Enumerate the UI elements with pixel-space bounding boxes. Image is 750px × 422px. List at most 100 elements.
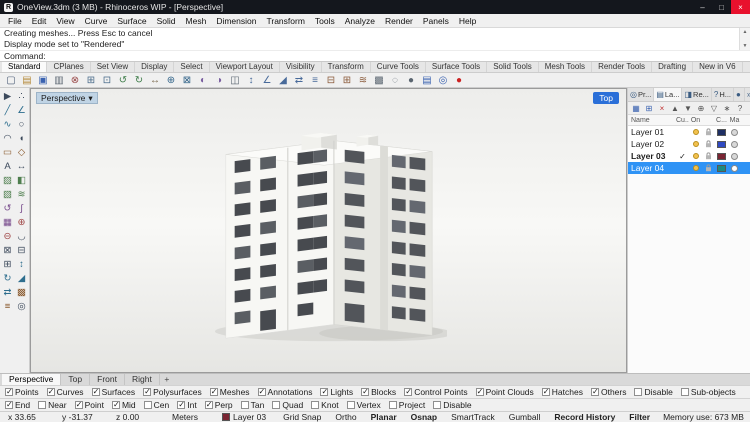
toolbar-tab[interactable]: Solid Tools: [487, 62, 539, 72]
offset-icon[interactable]: ≡: [307, 74, 323, 87]
viewport-tab[interactable]: Top: [61, 374, 91, 385]
layer-visibility-toggle[interactable]: [689, 165, 702, 171]
tab-layers[interactable]: ▤ La...: [654, 88, 683, 101]
filter-checkbox[interactable]: Lights: [320, 387, 353, 397]
offset-curve-icon[interactable]: ≡: [1, 299, 15, 313]
join-curve-icon[interactable]: ⊞: [1, 257, 15, 271]
filter-checkbox[interactable]: Others: [590, 387, 626, 397]
layers-icon[interactable]: ▤: [419, 74, 435, 87]
zoom-window-icon[interactable]: ⊠: [179, 74, 195, 87]
status-toggle[interactable]: Gumball: [502, 412, 548, 422]
expand-layers-icon[interactable]: ⊕: [695, 103, 707, 114]
layer-visibility-toggle[interactable]: [689, 129, 702, 135]
new-layer-icon[interactable]: ▦: [630, 103, 642, 114]
group-icon[interactable]: ▩: [371, 74, 387, 87]
mesh-icon[interactable]: ▦: [1, 215, 15, 229]
pan-view-icon[interactable]: ↔: [147, 74, 163, 87]
undo-icon[interactable]: ↺: [115, 74, 131, 87]
toolbar-tab[interactable]: New in V6: [693, 62, 743, 72]
toolbar-tab[interactable]: Display: [135, 62, 175, 72]
select-icon[interactable]: ▶: [1, 89, 15, 103]
command-input[interactable]: Command:: [0, 50, 750, 61]
layer-row[interactable]: Layer 02: [628, 138, 750, 150]
osnap-checkbox[interactable]: Cen: [143, 400, 169, 410]
filter-checkbox[interactable]: Hatches: [541, 387, 583, 397]
filter-layers-icon[interactable]: ▽: [708, 103, 720, 114]
record-history-icon[interactable]: ●: [451, 74, 467, 87]
layer-visibility-toggle[interactable]: [689, 153, 702, 159]
menu-item[interactable]: Analyze: [340, 16, 380, 26]
scroll-down-icon[interactable]: ▼: [740, 42, 750, 50]
toolbar-tab[interactable]: Viewport Layout: [210, 62, 280, 72]
layer-row[interactable]: Layer 04: [628, 162, 750, 174]
menu-item[interactable]: Help: [454, 16, 481, 26]
status-toggle[interactable]: Filter: [622, 412, 657, 422]
tab-more[interactable]: »: [745, 88, 750, 101]
array-icon[interactable]: ▩: [15, 285, 29, 299]
rotate-object-icon[interactable]: ↻: [1, 271, 15, 285]
viewport-tab[interactable]: Right: [125, 374, 160, 385]
viewport-title-menu[interactable]: Perspective ▾: [36, 92, 98, 104]
menu-item[interactable]: Curve: [80, 16, 113, 26]
copy-icon[interactable]: ⊞: [83, 74, 99, 87]
filter-checkbox[interactable]: Sub-objects: [680, 387, 736, 397]
new-file-icon[interactable]: ▢: [3, 74, 19, 87]
mirror-object-icon[interactable]: ⇄: [1, 285, 15, 299]
osnap-checkbox[interactable]: Project: [388, 400, 425, 410]
layer-color-cell[interactable]: [715, 164, 728, 172]
move-object-icon[interactable]: ↕: [15, 257, 29, 271]
status-toggle[interactable]: Record History: [547, 412, 622, 422]
tab-properties[interactable]: ◎ Pr...: [628, 88, 655, 101]
rectangle-icon[interactable]: ▭: [1, 145, 15, 159]
toolbar-tab[interactable]: Render Tools: [592, 62, 653, 72]
new-sublayer-icon[interactable]: ⊞: [643, 103, 655, 114]
command-scrollbar[interactable]: ▲ ▼: [739, 28, 750, 50]
filter-checkbox[interactable]: Disable: [634, 387, 673, 397]
layer-material-cell[interactable]: [728, 152, 741, 160]
gumball-icon[interactable]: ◎: [15, 299, 29, 313]
viewport-tab[interactable]: Front: [90, 374, 125, 385]
osnap-checkbox[interactable]: Knot: [311, 400, 339, 410]
status-toggle[interactable]: Grid Snap: [276, 412, 328, 422]
status-toggle[interactable]: Osnap: [404, 412, 444, 422]
maximize-button[interactable]: □: [712, 0, 731, 14]
hatch-icon[interactable]: ▨: [1, 173, 15, 187]
layer-visibility-toggle[interactable]: [689, 141, 702, 147]
filter-checkbox[interactable]: Curves: [46, 387, 84, 397]
toolbar-tab[interactable]: Standard: [2, 62, 48, 72]
split-curve-icon[interactable]: ⊟: [15, 243, 29, 257]
toolbar-tab[interactable]: Surface Tools: [426, 62, 488, 72]
status-toggle[interactable]: SmartTrack: [444, 412, 502, 422]
osnap-checkbox[interactable]: Tan: [240, 400, 264, 410]
tab-materials[interactable]: ●: [734, 88, 745, 101]
polygon-icon[interactable]: ◇: [15, 145, 29, 159]
surface-icon[interactable]: ◧: [15, 173, 29, 187]
layer-color-cell[interactable]: [715, 152, 728, 160]
menu-item[interactable]: Mesh: [181, 16, 212, 26]
circle-icon[interactable]: ○: [15, 117, 29, 131]
osnap-checkbox[interactable]: Mid: [111, 400, 136, 410]
toolbar-tab[interactable]: Drafting: [652, 62, 694, 72]
rotate-view-icon[interactable]: ◐: [195, 74, 211, 87]
menu-item[interactable]: Solid: [152, 16, 181, 26]
current-layer-indicator[interactable]: Layer 03: [218, 412, 276, 422]
status-toggle[interactable]: Planar: [364, 412, 404, 422]
tab-help[interactable]: ? H...: [712, 88, 735, 101]
layer-material-cell[interactable]: [728, 128, 741, 136]
osnap-checkbox[interactable]: Near: [38, 400, 67, 410]
filter-checkbox[interactable]: Annotations: [257, 387, 312, 397]
tab-rendering[interactable]: ◨ Re...: [682, 88, 712, 101]
split-icon[interactable]: ⊞: [339, 74, 355, 87]
menu-item[interactable]: File: [3, 16, 27, 26]
points-icon[interactable]: ∴: [15, 89, 29, 103]
move-icon[interactable]: ↕: [243, 74, 259, 87]
layer-color-cell[interactable]: [715, 128, 728, 136]
fillet-icon[interactable]: ◡: [15, 229, 29, 243]
layer-row[interactable]: Layer 03: [628, 150, 750, 162]
trim-curve-icon[interactable]: ⊠: [1, 243, 15, 257]
scale-icon[interactable]: ◢: [275, 74, 291, 87]
arc-icon[interactable]: ◠: [1, 131, 15, 145]
layer-material-cell[interactable]: [728, 140, 741, 148]
text-icon[interactable]: A: [1, 159, 15, 173]
osnap-checkbox[interactable]: Perp: [204, 400, 233, 410]
